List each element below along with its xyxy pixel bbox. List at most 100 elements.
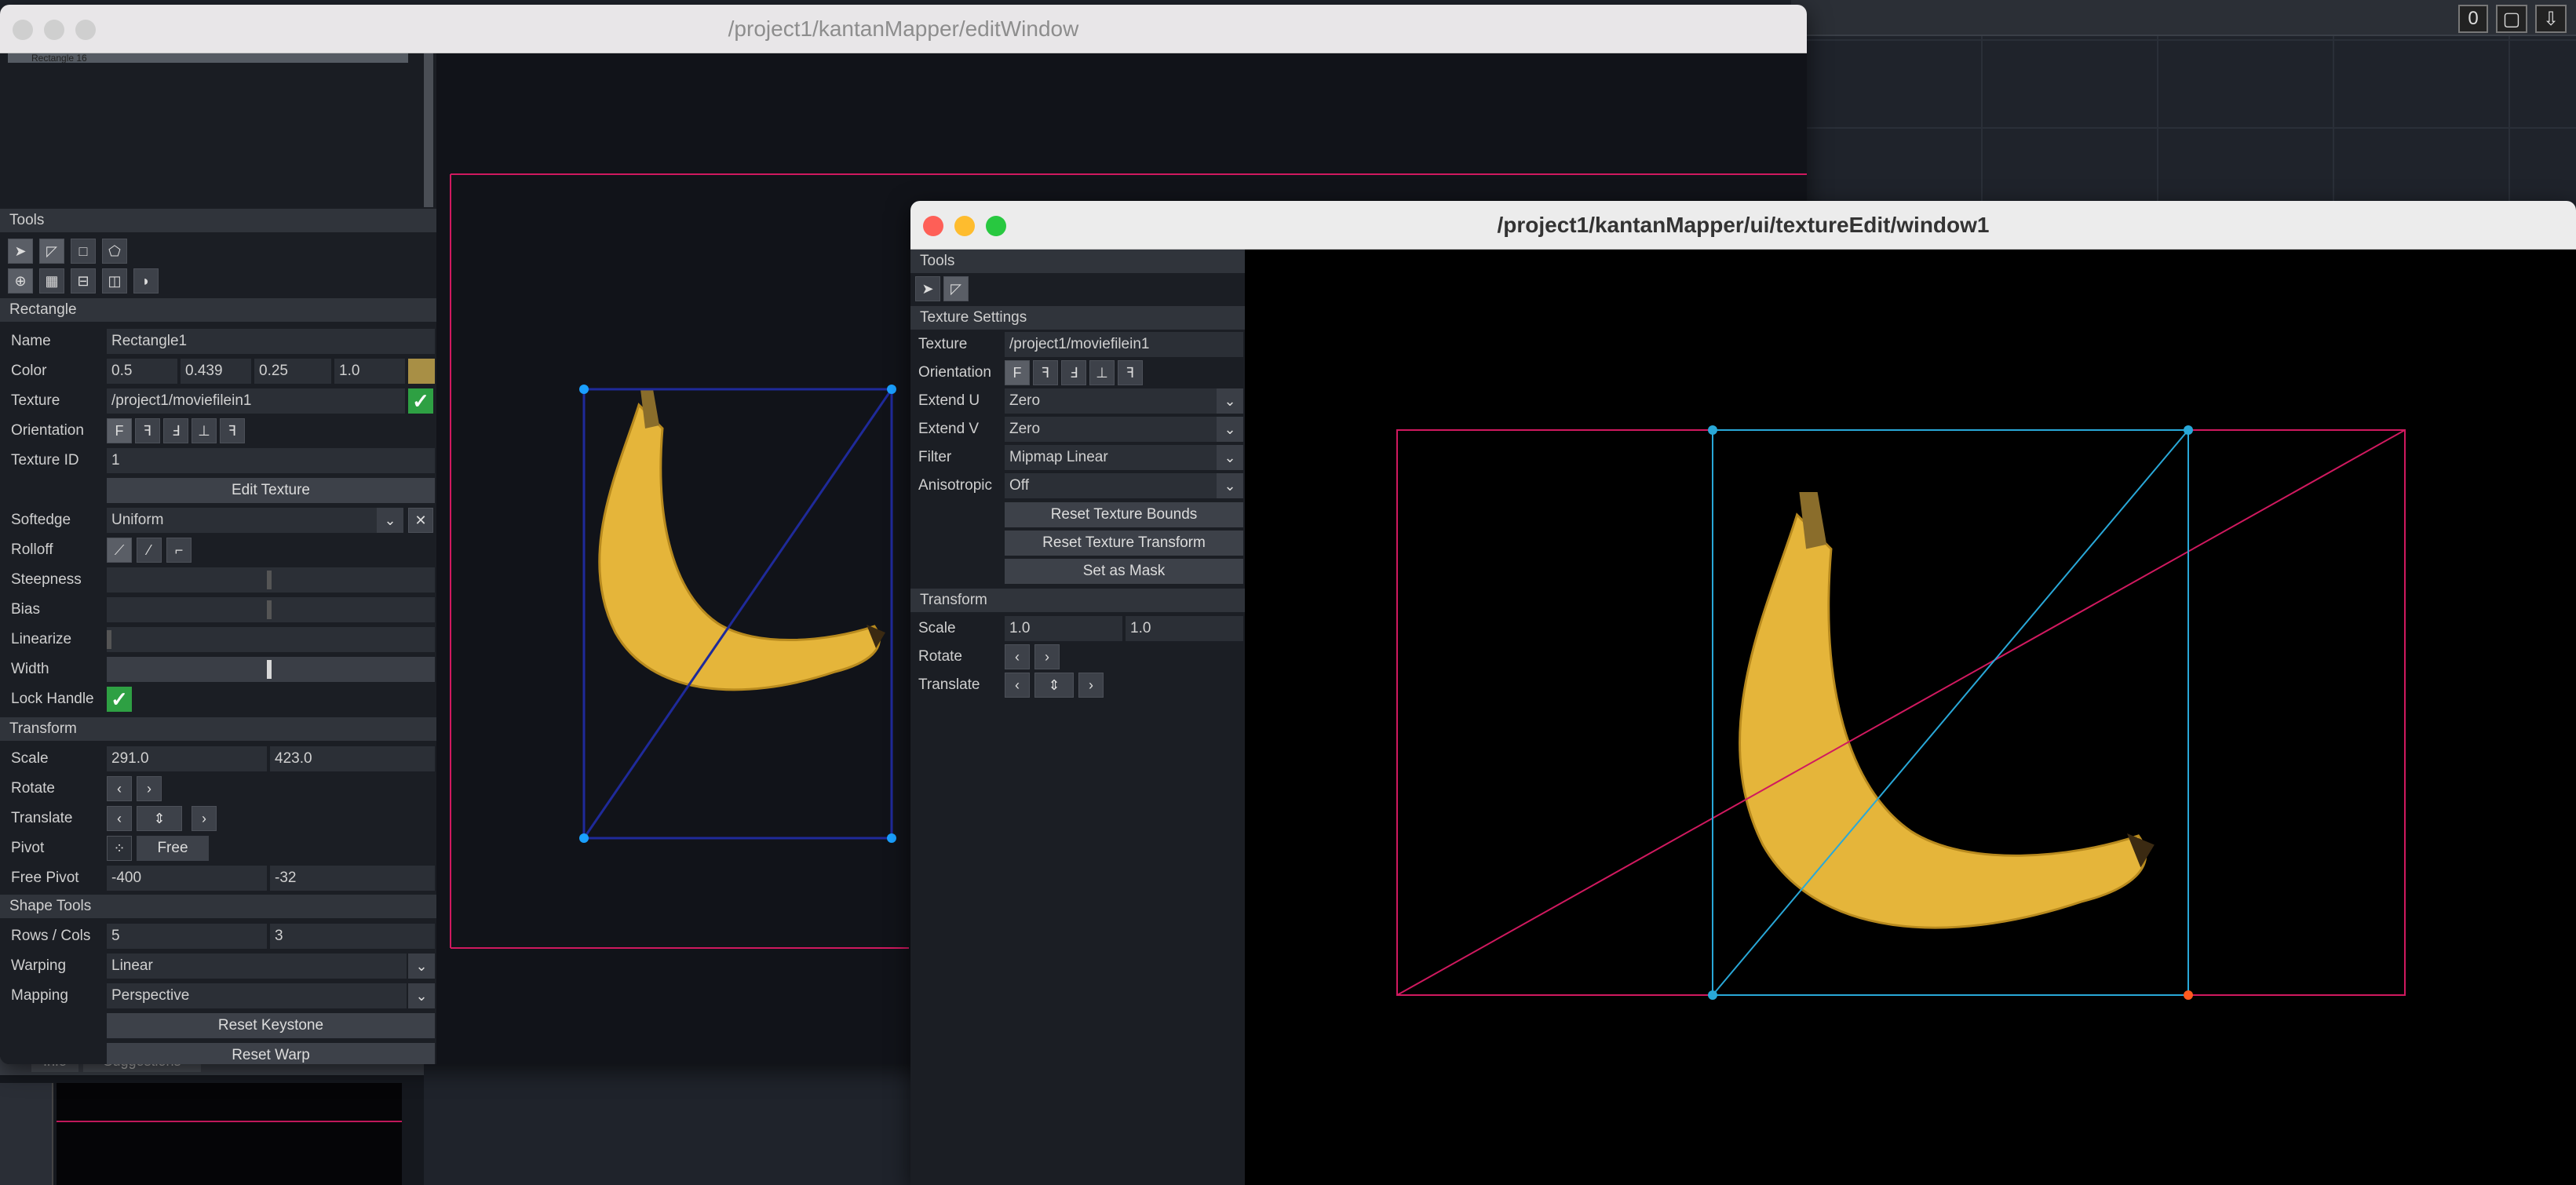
color-a-field[interactable]: 1.0 xyxy=(334,359,405,384)
texture-field[interactable]: /project1/moviefilein1 xyxy=(1005,332,1243,357)
reset-texture-transform-button[interactable]: Reset Texture Transform xyxy=(1005,531,1243,556)
color-g-field[interactable]: 0.439 xyxy=(181,359,251,384)
close-icon[interactable] xyxy=(13,20,33,40)
lock-handle-check-icon[interactable]: ✓ xyxy=(107,687,132,712)
rolloff-step-icon[interactable]: ⌐ xyxy=(166,538,192,563)
rotate-right-icon[interactable]: › xyxy=(1034,644,1060,669)
scale-x-field[interactable]: 291.0 xyxy=(107,746,267,771)
list-item[interactable]: Rectangle 16 xyxy=(8,53,408,63)
chevron-down-icon[interactable]: ⌄ xyxy=(1217,417,1243,442)
vertex-select-icon[interactable]: ◸ xyxy=(39,239,64,264)
rectangle-tool-icon[interactable]: □ xyxy=(71,239,96,264)
close-icon[interactable]: ✕ xyxy=(408,508,433,533)
width-slider[interactable] xyxy=(107,657,435,682)
mini-viewer-line xyxy=(57,1121,402,1122)
name-field[interactable]: Rectangle1 xyxy=(107,329,435,354)
rolloff-curve-icon[interactable]: ⟋ xyxy=(107,538,132,563)
chevron-down-icon[interactable]: ⌄ xyxy=(377,508,403,533)
filter-select[interactable]: Mipmap Linear xyxy=(1005,445,1217,470)
banana-texture xyxy=(1739,492,2155,929)
texture-id-field[interactable]: 1 xyxy=(107,448,435,473)
download-icon[interactable]: ⇩ xyxy=(2535,5,2567,33)
reset-keystone-button[interactable]: Reset Keystone xyxy=(107,1013,435,1038)
chevron-down-icon[interactable]: ⌄ xyxy=(1217,388,1243,414)
orient-rot270-icon[interactable]: ⊥ xyxy=(192,418,217,443)
rotate-left-icon[interactable]: ‹ xyxy=(107,776,132,801)
anisotropic-select[interactable]: Off xyxy=(1005,473,1217,498)
orient-rot90-icon[interactable]: ꟻ xyxy=(135,418,160,443)
translate-updown-icon[interactable]: ⇕ xyxy=(1034,673,1074,698)
rows-field[interactable]: 5 xyxy=(107,924,267,949)
translate-right-icon[interactable]: › xyxy=(1078,673,1104,698)
pivot-grid-icon[interactable]: ⁘ xyxy=(107,836,132,861)
orient-rot270-icon[interactable]: ⊥ xyxy=(1089,360,1115,385)
select-icon[interactable]: ➤ xyxy=(8,239,33,264)
polygon-tool-icon[interactable]: ⬠ xyxy=(102,239,127,264)
orient-flip-icon[interactable]: ꟻ xyxy=(220,418,245,443)
orient-rot90-icon[interactable]: ꟻ xyxy=(1033,360,1058,385)
rolloff-linear-icon[interactable]: ⁄ xyxy=(137,538,162,563)
mapping-select[interactable]: Perspective xyxy=(107,983,407,1008)
translate-updown-icon[interactable]: ⇕ xyxy=(137,806,182,831)
orient-normal-icon[interactable]: F xyxy=(1005,360,1030,385)
free-pivot-x-field[interactable]: -400 xyxy=(107,866,267,891)
reset-texture-bounds-button[interactable]: Reset Texture Bounds xyxy=(1005,502,1243,527)
scale-y-field[interactable]: 1.0 xyxy=(1126,616,1243,641)
texture-canvas[interactable] xyxy=(1246,250,2576,1185)
chevron-down-icon[interactable]: ⌄ xyxy=(1217,473,1243,498)
select-icon[interactable]: ➤ xyxy=(915,276,940,301)
chevron-down-icon[interactable]: ⌄ xyxy=(1217,445,1243,470)
maximize-icon[interactable]: ▢ xyxy=(2496,5,2527,33)
steepness-slider[interactable] xyxy=(107,567,435,592)
extend-u-select[interactable]: Zero xyxy=(1005,388,1217,414)
linearize-slider[interactable] xyxy=(107,627,435,652)
warping-select[interactable]: Linear xyxy=(107,953,407,979)
mapping-label: Mapping xyxy=(11,987,68,1004)
chevron-down-icon[interactable]: ⌄ xyxy=(408,953,435,979)
pivot-free-button[interactable]: Free xyxy=(137,836,209,861)
softedge-select[interactable]: Uniform xyxy=(107,508,377,533)
zoom-icon[interactable] xyxy=(75,20,96,40)
vsplit-icon[interactable]: ◫ xyxy=(102,268,127,294)
free-pivot-y-field[interactable]: -32 xyxy=(270,866,435,891)
edit-window-title: /project1/kantanMapper/editWindow xyxy=(728,16,1079,41)
crosshair-icon[interactable]: ⊕ xyxy=(8,268,33,294)
bias-slider[interactable] xyxy=(107,597,435,622)
color-r-field[interactable]: 0.5 xyxy=(107,359,177,384)
orient-flip-icon[interactable]: ꟻ xyxy=(1118,360,1143,385)
reset-warp-button[interactable]: Reset Warp xyxy=(107,1043,435,1064)
color-b-field[interactable]: 0.25 xyxy=(254,359,331,384)
rotate-right-icon[interactable]: › xyxy=(137,776,162,801)
close-icon[interactable] xyxy=(923,216,943,236)
zoom-icon[interactable] xyxy=(986,216,1006,236)
chevron-down-icon[interactable]: ⌄ xyxy=(408,983,435,1008)
edit-texture-button[interactable]: Edit Texture xyxy=(107,478,435,503)
grid-icon[interactable]: ▦ xyxy=(39,268,64,294)
rotate-left-icon[interactable]: ‹ xyxy=(1005,644,1030,669)
orient-rot180-icon[interactable]: Ⅎ xyxy=(163,418,188,443)
list-scrollbar[interactable] xyxy=(424,53,433,207)
translate-left-icon[interactable]: ‹ xyxy=(1005,673,1030,698)
orient-normal-icon[interactable]: F xyxy=(107,418,132,443)
texture-check-icon[interactable]: ✓ xyxy=(408,388,433,414)
orient-rot180-icon[interactable]: Ⅎ xyxy=(1061,360,1086,385)
bezier-icon[interactable]: ◗ xyxy=(133,268,159,294)
color-swatch[interactable] xyxy=(408,359,435,384)
hsplit-icon[interactable]: ⊟ xyxy=(71,268,96,294)
vertex-select-icon[interactable]: ◸ xyxy=(943,276,969,301)
minimize-icon[interactable] xyxy=(44,20,64,40)
translate-label: Translate xyxy=(11,810,73,826)
scale-x-field[interactable]: 1.0 xyxy=(1005,616,1122,641)
scale-y-field[interactable]: 423.0 xyxy=(270,746,435,771)
tools-header: Tools xyxy=(0,209,436,232)
mini-viewer xyxy=(57,1083,402,1185)
texture-field[interactable]: /project1/moviefilein1 xyxy=(107,388,405,414)
translate-left-icon[interactable]: ‹ xyxy=(107,806,132,831)
extend-v-select[interactable]: Zero xyxy=(1005,417,1217,442)
minimize-icon[interactable] xyxy=(954,216,975,236)
texture-viewport[interactable] xyxy=(1246,250,2576,1185)
translate-right-icon[interactable]: › xyxy=(192,806,217,831)
set-as-mask-button[interactable]: Set as Mask xyxy=(1005,559,1243,584)
edit-side-panel: Rectangle 16 Tools ➤ ◸ □ ⬠ ⊕ ▦ ⊟ ◫ ◗ Rec… xyxy=(0,53,436,1064)
cols-field[interactable]: 3 xyxy=(270,924,435,949)
